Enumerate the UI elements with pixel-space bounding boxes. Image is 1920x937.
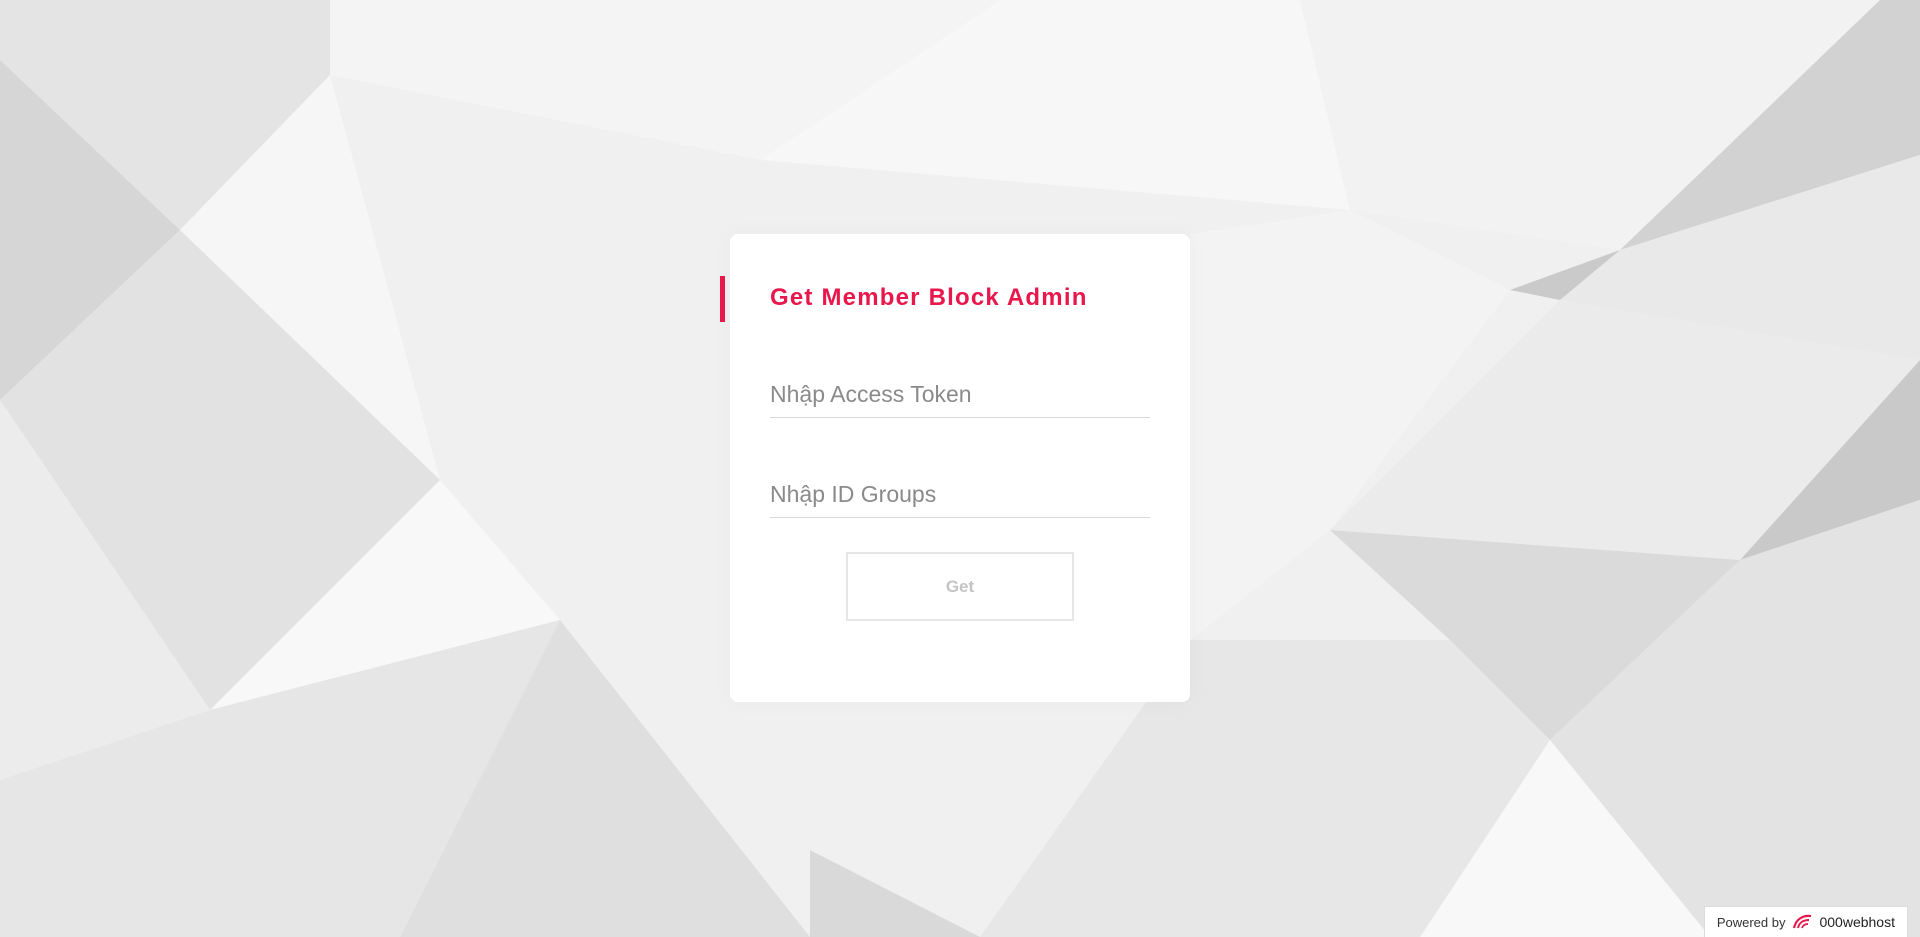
webhost-logo-icon	[1793, 914, 1812, 929]
login-card: Get Member Block Admin Get	[720, 234, 1190, 702]
brand-name: 000webhost	[1819, 914, 1895, 930]
title-accent-bar	[720, 276, 725, 322]
access-token-input[interactable]	[770, 371, 1150, 418]
powered-by-badge[interactable]: Powered by 000webhost	[1703, 906, 1908, 937]
get-button[interactable]: Get	[846, 552, 1074, 621]
form-title: Get Member Block Admin	[770, 284, 1088, 311]
powered-by-label: Powered by	[1716, 914, 1786, 930]
group-id-input[interactable]	[770, 471, 1150, 518]
